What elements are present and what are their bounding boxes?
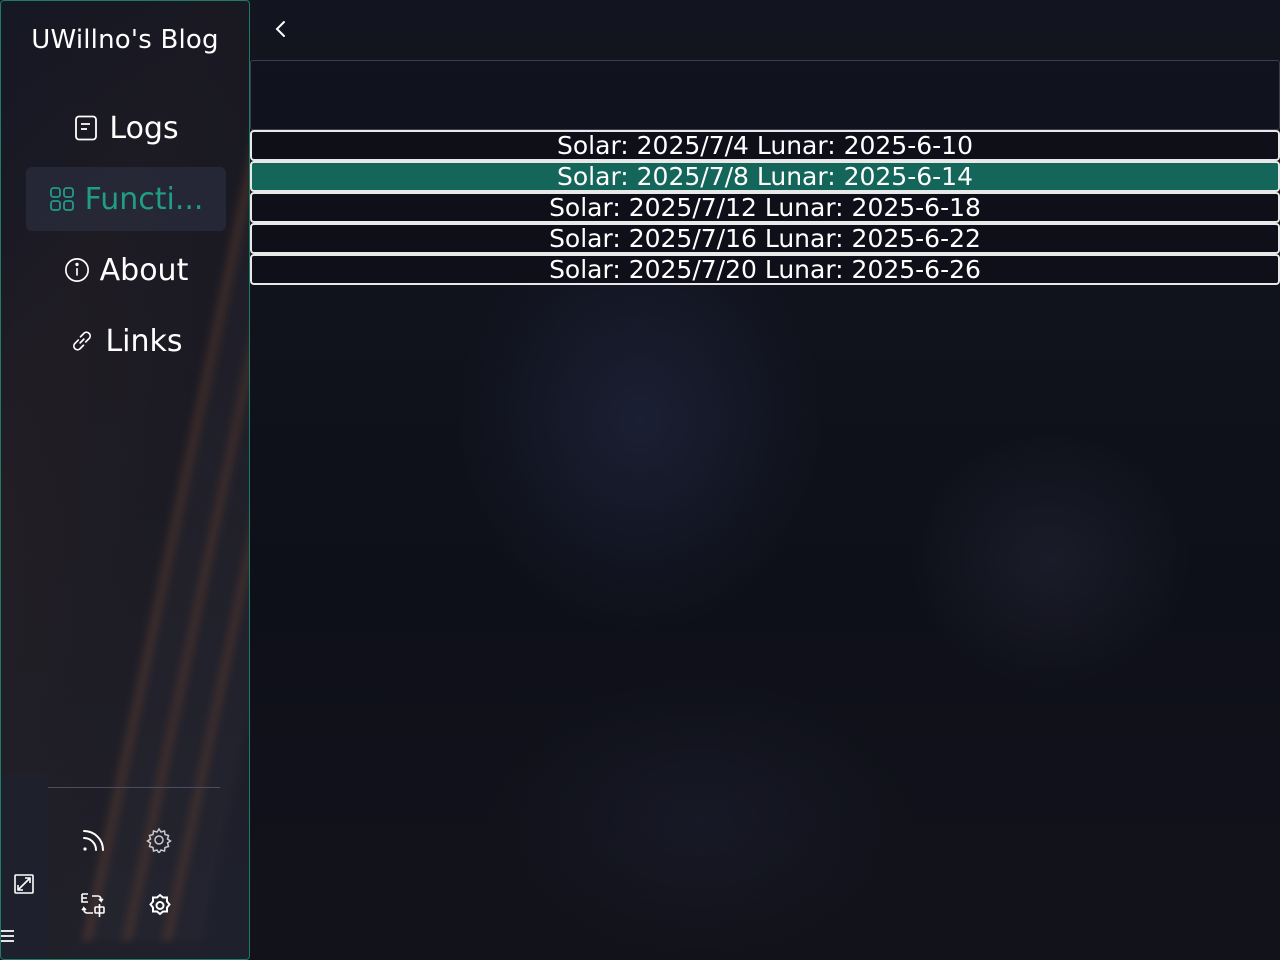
link-icon [69,328,95,354]
date-row[interactable]: Solar: 2025/7/4 Lunar: 2025-6-10 [250,130,1280,161]
date-list: Solar: 2025/7/4 Lunar: 2025-6-10 Solar: … [250,130,1280,285]
gear-icon[interactable] [145,826,173,854]
back-button[interactable] [270,20,292,42]
nav-item-logs[interactable]: Logs [26,96,226,160]
nav-label-about: About [99,252,189,288]
translate-icon[interactable] [79,891,107,919]
grid-icon [49,186,75,212]
expand-icon[interactable] [10,870,38,898]
function-panel [250,60,1280,130]
date-row[interactable]: Solar: 2025/7/16 Lunar: 2025-6-22 [250,223,1280,254]
nav-label-links: Links [105,323,183,359]
nav-item-functions[interactable]: Functi... [26,167,226,231]
badge-settings-icon[interactable] [146,892,174,920]
rss-icon[interactable] [80,826,108,854]
chevron-left-icon [274,20,288,42]
info-icon [64,257,90,283]
nav-label-logs: Logs [109,110,179,146]
collapsed-side-strip [1,774,48,959]
menu-icon[interactable] [1,922,19,950]
date-row[interactable]: Solar: 2025/7/12 Lunar: 2025-6-18 [250,192,1280,223]
nav-item-links[interactable]: Links [26,309,226,373]
nav-label-functions: Functi... [84,181,204,217]
date-row[interactable]: Solar: 2025/7/20 Lunar: 2025-6-26 [250,254,1280,285]
sidebar-divider [48,787,220,788]
sidebar: UWillno's Blog Logs Functi... About Link… [0,0,250,960]
blog-title[interactable]: UWillno's Blog [1,25,249,55]
document-icon [73,115,99,141]
date-row-selected[interactable]: Solar: 2025/7/8 Lunar: 2025-6-14 [250,161,1280,192]
nav-item-about[interactable]: About [26,238,226,302]
